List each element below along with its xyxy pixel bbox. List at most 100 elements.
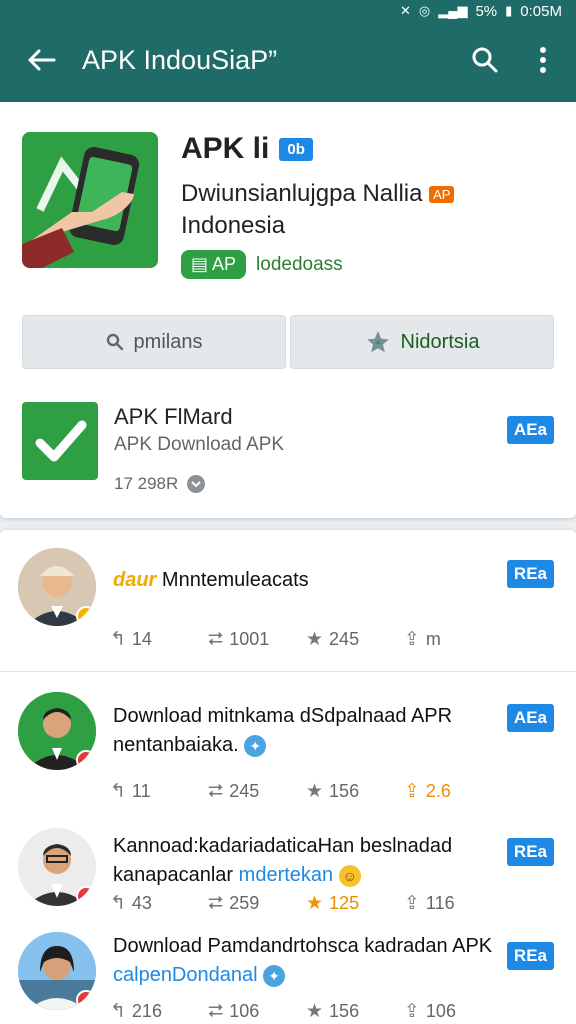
developer-pill[interactable]: ▤ AP lodedoass: [181, 250, 343, 279]
chat-icon: ▤: [191, 254, 213, 274]
star-icon: ★: [306, 629, 324, 650]
retweet-count: 259: [229, 893, 260, 913]
post-stats: ↰ 14 ⮂ 1001 ★ 245 ⇪ m: [110, 628, 502, 651]
star-stat[interactable]: ★ 156: [306, 1000, 404, 1023]
battery-icon: ▮: [505, 3, 513, 18]
star-count: 245: [329, 629, 360, 649]
download-title: APK FlMard: [114, 404, 233, 429]
retweet-stat[interactable]: ⮂ 106: [208, 1000, 306, 1023]
post-body-2[interactable]: calpenDondanal: [113, 964, 258, 986]
post-body-2: kanapacanlar: [113, 864, 234, 886]
share-count: m: [425, 629, 441, 649]
share-count: 116: [425, 893, 455, 913]
subtitle-line1: Dwiunsianlujgpa Nallia: [181, 180, 423, 207]
post-stats: ↰ 216 ⮂ 106 ★ 156 ⇪ 106: [110, 1000, 502, 1023]
more-vert-icon: [540, 47, 546, 73]
signal-icon: ▂▄▆: [438, 3, 468, 18]
app-logo: [22, 132, 158, 268]
reply-stat[interactable]: ↰ 11: [110, 780, 208, 803]
app-title: APK li 0b: [181, 132, 313, 166]
share-stat[interactable]: ⇪ m: [404, 628, 502, 651]
star-count: 156: [329, 781, 360, 801]
read-button[interactable]: AEa: [506, 416, 554, 444]
reply-icon: ↰: [110, 1001, 126, 1022]
read-button[interactable]: REa: [506, 560, 554, 588]
retweet-stat[interactable]: ⮂ 259: [208, 892, 306, 915]
star-icon: ★: [306, 893, 324, 914]
retweet-count: 106: [229, 1001, 260, 1021]
version-badge: 0b: [279, 137, 313, 161]
permissions-button[interactable]: pmilans: [22, 315, 286, 369]
post-body: Download Pamdandrtohsca kadradan APK: [113, 935, 493, 957]
star-stat[interactable]: ★ 125: [306, 892, 404, 915]
subtitle-badge: AP: [429, 186, 455, 204]
search-button[interactable]: [456, 30, 514, 90]
badge-icon: [76, 886, 96, 906]
star-count: 156: [329, 1001, 360, 1021]
reply-count: 43: [131, 893, 152, 913]
share-icon: ⇪: [404, 893, 420, 914]
clock: 0:05M: [520, 2, 562, 20]
share-icon: ⇪: [404, 781, 420, 802]
star-count: 125: [329, 893, 360, 913]
list-item[interactable]: Kannoad:kadariadaticaHan beslnadad kanap…: [0, 822, 576, 926]
post-text: Kannoad:kadariadaticaHan beslnadad kanap…: [113, 832, 493, 890]
retweet-count: 245: [229, 781, 260, 801]
reply-icon: ↰: [110, 781, 126, 802]
sparkle-icon: ✦: [263, 964, 286, 987]
region-label: Nidortsia: [400, 330, 480, 353]
retweet-count: 1001: [229, 629, 270, 649]
region-button[interactable]: Nidortsia: [290, 315, 554, 369]
list-item[interactable]: Download Pamdandrtohsca kadradan APK cal…: [0, 926, 576, 1024]
avatar[interactable]: [18, 932, 96, 1010]
reply-count: 14: [131, 629, 152, 649]
reply-icon: ↰: [110, 893, 126, 914]
verified-badge-icon: [76, 606, 96, 626]
app-detail-card: APK li 0b Dwiunsianlujgpa Nallia AP Indo…: [0, 102, 576, 518]
alarm-icon: ◎: [418, 3, 431, 18]
share-count: 2.6: [425, 781, 451, 801]
app-subtitle: Dwiunsianlujgpa Nallia AP Indonesia: [181, 178, 551, 241]
app-header: ✕ ◎ ▂▄▆ 5% ▮ 0:05M APK IndouSiaP”: [0, 0, 576, 102]
share-stat[interactable]: ⇪ 116: [404, 892, 502, 915]
read-button[interactable]: REa: [506, 942, 554, 970]
battery-text: 5%: [475, 2, 498, 20]
action-buttons: pmilans Nidortsia: [22, 315, 554, 369]
back-button[interactable]: [0, 30, 82, 90]
share-stat[interactable]: ⇪ 2.6: [404, 780, 502, 803]
share-stat[interactable]: ⇪ 106: [404, 1000, 502, 1023]
post-body: Mnntemuleacats: [161, 569, 309, 591]
retweet-icon: ⮂: [208, 780, 224, 802]
reply-stat[interactable]: ↰ 216: [110, 1000, 208, 1023]
chevron-down-icon: [187, 475, 206, 493]
retweet-icon: ⮂: [208, 892, 224, 914]
avatar[interactable]: [18, 692, 96, 770]
avatar[interactable]: [18, 828, 96, 906]
retweet-stat[interactable]: ⮂ 1001: [208, 628, 306, 651]
retweet-stat[interactable]: ⮂ 245: [208, 780, 306, 803]
post-stats: ↰ 11 ⮂ 245 ★ 156 ⇪ 2.6: [110, 780, 502, 803]
download-count: 17 298R: [114, 474, 179, 493]
status-bar: ✕ ◎ ▂▄▆ 5% ▮ 0:05M: [400, 0, 562, 22]
arrow-left-icon: [28, 49, 56, 71]
permissions-label: pmilans: [133, 330, 203, 353]
toolbar: APK IndouSiaP”: [0, 30, 576, 90]
search-icon: [472, 47, 498, 73]
more-options-button[interactable]: [514, 30, 572, 90]
star-icon: ★: [306, 781, 324, 802]
post-overlay: daur: [113, 569, 157, 591]
avatar[interactable]: [18, 548, 96, 626]
reply-stat[interactable]: ↰ 43: [110, 892, 208, 915]
star-stat[interactable]: ★ 245: [306, 628, 404, 651]
post-text: Download mitnkama dSdpalnaad APR nentanb…: [113, 702, 493, 760]
read-button[interactable]: AEa: [506, 704, 554, 732]
reply-stat[interactable]: ↰ 14: [110, 628, 208, 651]
star-stat[interactable]: ★ 156: [306, 780, 404, 803]
list-item[interactable]: daur Mnntemuleacats REa ↰ 14 ⮂ 1001 ★ 245 ⇪…: [0, 530, 576, 672]
checkmark-icon: [22, 402, 98, 480]
download-row[interactable]: APK FlMard APK Download APK 17 298R AEa: [0, 396, 576, 506]
post-stats: ↰ 43 ⮂ 259 ★ 125 ⇪ 116: [110, 892, 502, 915]
read-button[interactable]: REa: [506, 838, 554, 866]
list-item[interactable]: Download mitnkama dSdpalnaad APR nentanb…: [0, 672, 576, 822]
post-mention[interactable]: mdertekan: [239, 864, 334, 886]
